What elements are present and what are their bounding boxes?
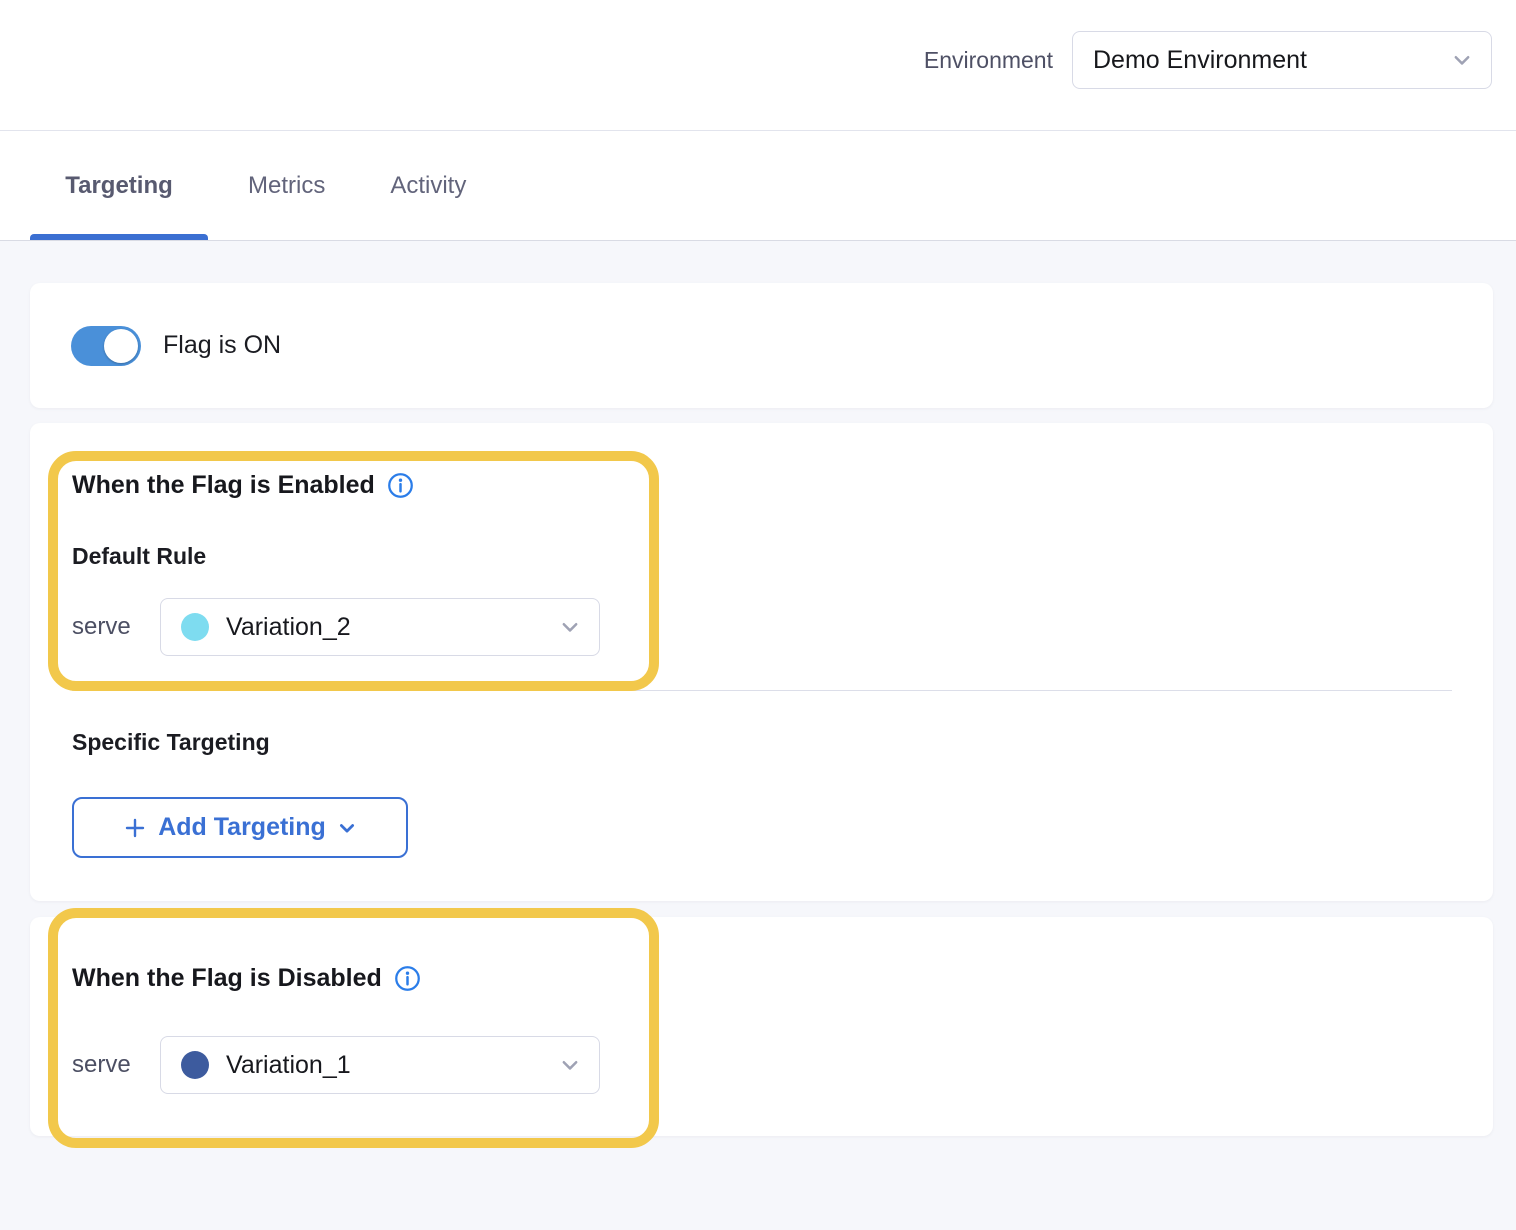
tab-activity-label: Activity — [390, 172, 466, 200]
info-icon[interactable] — [394, 965, 421, 992]
disabled-highlight-annotation — [48, 908, 659, 1148]
variation-select-value: Variation_2 — [226, 613, 351, 642]
tab-targeting-label: Targeting — [65, 172, 173, 200]
tab-activity[interactable]: Activity — [390, 131, 466, 240]
environment-label: Environment — [924, 47, 1053, 74]
disabled-section-title-row: When the Flag is Disabled — [72, 964, 421, 993]
flag-enabled-card: When the Flag is Enabled Default Rule se… — [30, 423, 1493, 901]
flag-toggle-knob — [104, 329, 138, 363]
environment-group: Environment Demo Environment — [924, 31, 1492, 89]
default-rule-heading: Default Rule — [72, 543, 206, 570]
chevron-down-icon — [337, 818, 357, 838]
flag-status-label: Flag is ON — [163, 331, 281, 360]
info-icon[interactable] — [387, 472, 414, 499]
default-rule-serve-row: serve Variation_2 — [72, 598, 600, 656]
disabled-serve-row: serve Variation_1 — [72, 1036, 600, 1094]
chevron-down-icon — [559, 616, 581, 638]
plus-icon — [123, 816, 147, 840]
default-rule-variation-select[interactable]: Variation_2 — [160, 598, 600, 656]
environment-select[interactable]: Demo Environment — [1072, 31, 1492, 89]
tab-targeting[interactable]: Targeting — [30, 131, 208, 240]
variation-color-dot — [181, 1051, 209, 1079]
section-divider — [72, 690, 1452, 691]
tabs: Targeting Metrics Activity — [30, 131, 466, 240]
disabled-section-title: When the Flag is Disabled — [72, 964, 382, 993]
tab-metrics-label: Metrics — [248, 172, 325, 200]
tab-bar: Targeting Metrics Activity — [0, 131, 1516, 241]
chevron-down-icon — [559, 1054, 581, 1076]
flag-disabled-card: When the Flag is Disabled serve Variatio… — [30, 917, 1493, 1136]
chevron-down-icon — [1451, 49, 1473, 71]
enabled-section-title-row: When the Flag is Enabled — [72, 471, 414, 500]
enabled-section-title: When the Flag is Enabled — [72, 471, 375, 500]
tab-metrics[interactable]: Metrics — [248, 131, 325, 240]
variation-color-dot — [181, 613, 209, 641]
flag-toggle[interactable] — [71, 326, 141, 366]
environment-select-value: Demo Environment — [1093, 46, 1307, 75]
variation-select-value: Variation_1 — [226, 1051, 351, 1080]
specific-targeting-heading: Specific Targeting — [72, 729, 270, 756]
header: Environment Demo Environment — [0, 0, 1516, 131]
disabled-variation-select[interactable]: Variation_1 — [160, 1036, 600, 1094]
feature-flag-page: Environment Demo Environment Targeting M… — [0, 0, 1516, 1230]
flag-status-card: Flag is ON — [30, 283, 1493, 408]
serve-label: serve — [72, 613, 160, 641]
add-targeting-button[interactable]: Add Targeting — [72, 797, 408, 858]
serve-label: serve — [72, 1051, 160, 1079]
add-targeting-label: Add Targeting — [158, 813, 326, 842]
